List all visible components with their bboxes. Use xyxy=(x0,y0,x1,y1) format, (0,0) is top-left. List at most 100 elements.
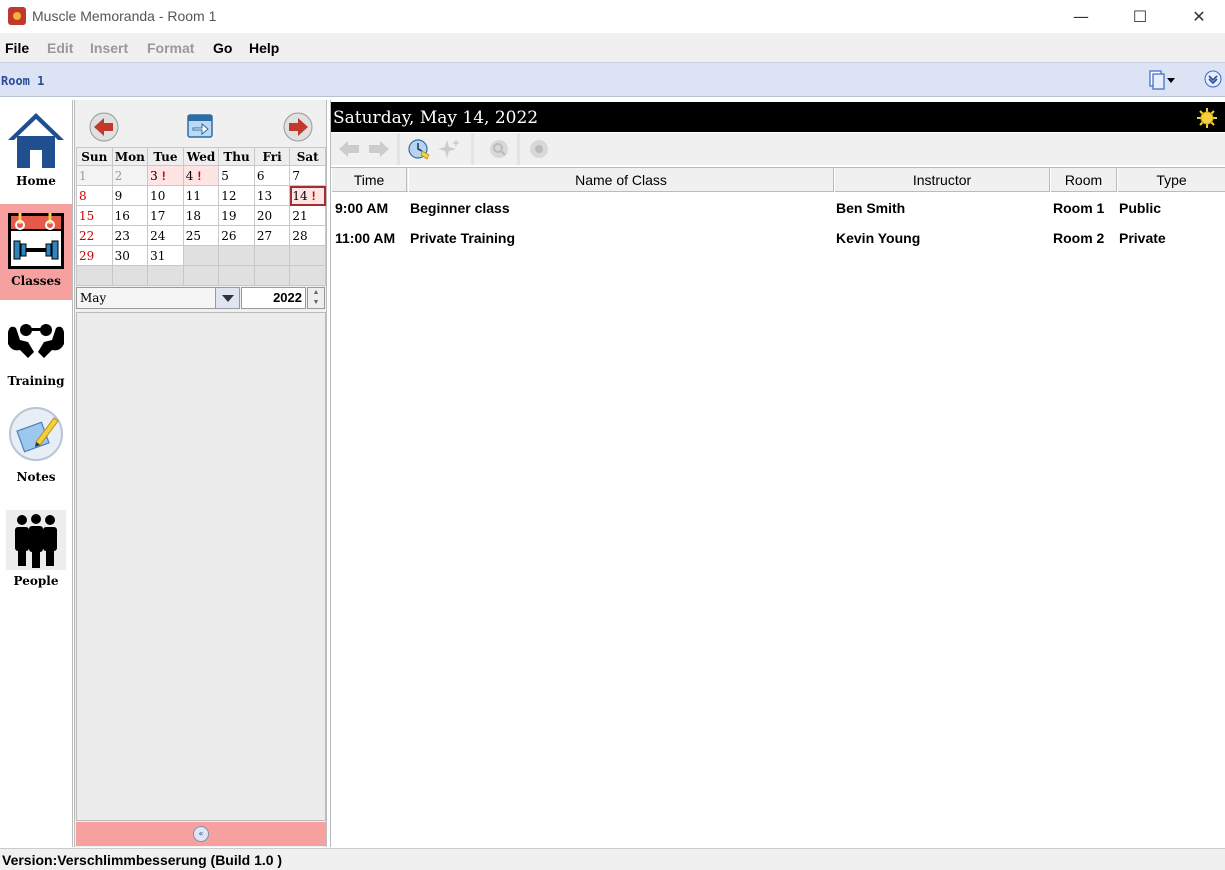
zoom-icon[interactable] xyxy=(487,137,511,161)
calendar-empty-area xyxy=(76,312,326,821)
calendar-day[interactable]: 9 xyxy=(111,185,149,206)
calendar-day[interactable]: 30 xyxy=(111,245,149,266)
calendar-day[interactable]: 17 xyxy=(147,205,184,226)
app-logo-icon xyxy=(8,7,26,25)
calendar-day[interactable]: 4! xyxy=(182,165,220,186)
calendar-day[interactable]: 10 xyxy=(147,185,184,206)
back-arrow-icon[interactable] xyxy=(337,137,361,161)
calendar-empty-cell xyxy=(111,265,149,286)
calendar-day[interactable]: 22 xyxy=(76,225,113,246)
toolbar xyxy=(331,133,1225,165)
calendar-day[interactable]: 27 xyxy=(253,225,291,246)
nav-home[interactable]: Home xyxy=(0,104,72,200)
calendar-day-number: 23 xyxy=(114,228,130,243)
nav-classes[interactable]: Classes xyxy=(0,204,72,300)
calendar-day[interactable]: 16 xyxy=(111,205,149,226)
go-to-today-icon[interactable] xyxy=(186,112,214,140)
menu-file[interactable]: File xyxy=(5,40,29,56)
column-room[interactable]: Room xyxy=(1050,168,1117,192)
classes-icon xyxy=(8,213,64,269)
new-event-icon[interactable] xyxy=(407,137,431,161)
next-month-icon[interactable] xyxy=(283,112,313,142)
column-instructor[interactable]: Instructor xyxy=(834,168,1050,192)
calendar-day[interactable]: 15 xyxy=(76,205,113,226)
year-spinner[interactable]: ▲ ▼ xyxy=(307,287,325,309)
nav-notes[interactable]: Notes xyxy=(0,400,72,496)
document-menu-icon[interactable] xyxy=(1148,69,1176,91)
time-cell: 11:00 AM xyxy=(335,230,396,246)
calendar-day-number: 9 xyxy=(114,188,123,203)
table-row[interactable]: 9:00 AM Beginner class Ben Smith Room 1 … xyxy=(331,193,1225,223)
sun-icon[interactable] xyxy=(1197,108,1217,128)
calendar-day[interactable]: 28 xyxy=(289,225,326,246)
room-label: Room 1 xyxy=(1,74,45,88)
sparkle-icon[interactable] xyxy=(437,137,461,161)
column-name[interactable]: Name of Class xyxy=(408,168,834,192)
calendar-day[interactable]: 18 xyxy=(182,205,220,226)
calendar-day-number: 18 xyxy=(185,208,201,223)
room-bar: Room 1 xyxy=(0,62,1225,97)
maximize-button[interactable]: ☐ xyxy=(1117,0,1163,33)
calendar-day-number: 19 xyxy=(221,208,237,223)
column-type[interactable]: Type xyxy=(1117,168,1225,192)
nav-training[interactable]: Training xyxy=(0,304,72,400)
calendar-day[interactable]: 13 xyxy=(253,185,291,206)
calendar-week-row: 8 9 10 11 12 13 14! xyxy=(76,185,326,206)
menu-format[interactable]: Format xyxy=(147,40,194,56)
table-row[interactable]: 11:00 AM Private Training Kevin Young Ro… xyxy=(331,223,1225,253)
calendar-day[interactable]: 12 xyxy=(218,185,255,206)
calendar-day-number: 29 xyxy=(79,248,95,263)
calendar-day-number: 28 xyxy=(292,228,308,243)
calendar-day[interactable]: 23 xyxy=(111,225,149,246)
status-bar: Version:Verschlimmbesserung (Build 1.0 ) xyxy=(0,848,1225,870)
menu-insert[interactable]: Insert xyxy=(90,40,128,56)
close-button[interactable]: ✕ xyxy=(1176,0,1222,33)
dropdown-arrow-icon[interactable] xyxy=(215,288,239,308)
calendar-day[interactable]: 6 xyxy=(253,165,291,186)
calendar-day[interactable]: 25 xyxy=(182,225,220,246)
calendar-day[interactable]: 2 xyxy=(111,165,149,186)
calendar-day[interactable]: 20 xyxy=(253,205,291,226)
collapse-icon[interactable]: « xyxy=(193,826,209,842)
calendar-day[interactable]: 11 xyxy=(182,185,220,206)
year-field[interactable]: 2022 xyxy=(241,287,306,309)
name-cell: Private Training xyxy=(410,230,516,246)
calendar-empty-cell xyxy=(218,265,255,286)
calendar-week-row: 22 23 24 25 26 27 28 xyxy=(76,225,326,246)
version-text: Version:Verschlimmbesserung (Build 1.0 ) xyxy=(2,852,283,868)
calendar-day[interactable]: 31 xyxy=(147,245,184,266)
nav-people[interactable]: People xyxy=(0,504,72,600)
column-time[interactable]: Time xyxy=(331,168,407,192)
calendar-empty-cell xyxy=(253,265,291,286)
calendar-day[interactable]: 3! xyxy=(147,165,184,186)
weekday-header: Mon xyxy=(111,147,149,166)
menu-help[interactable]: Help xyxy=(249,40,279,56)
calendar-day[interactable]: 21 xyxy=(289,205,326,226)
calendar-day-number: 16 xyxy=(114,208,130,223)
calendar-day[interactable]: 14! xyxy=(289,185,326,206)
calendar-day[interactable]: 19 xyxy=(218,205,255,226)
calendar-day[interactable]: 7 xyxy=(289,165,326,186)
weekday-header: Thu xyxy=(218,147,255,166)
toolbar-separator xyxy=(471,133,474,165)
chevron-down-icon[interactable] xyxy=(1204,70,1222,88)
calendar-day-number: 8 xyxy=(79,188,87,203)
calendar-day[interactable]: 1 xyxy=(76,165,113,186)
instructor-cell: Kevin Young xyxy=(836,230,921,246)
minimize-button[interactable]: — xyxy=(1058,0,1104,33)
nav-training-label: Training xyxy=(7,374,65,388)
calendar-week-row: 29 30 31 xyxy=(76,245,326,266)
previous-month-icon[interactable] xyxy=(89,112,119,142)
calendar-day[interactable]: 24 xyxy=(147,225,184,246)
remove-icon[interactable] xyxy=(527,137,551,161)
calendar-day[interactable]: 5 xyxy=(218,165,255,186)
forward-arrow-icon[interactable] xyxy=(367,137,391,161)
weekday-header: Wed xyxy=(182,147,220,166)
calendar-day-number: 10 xyxy=(150,188,166,203)
calendar-day[interactable]: 26 xyxy=(218,225,255,246)
menu-edit[interactable]: Edit xyxy=(47,40,73,56)
calendar-day-number: 1 xyxy=(79,168,87,183)
calendar-day[interactable]: 8 xyxy=(76,185,113,206)
menu-go[interactable]: Go xyxy=(213,40,232,56)
calendar-day[interactable]: 29 xyxy=(76,245,113,266)
